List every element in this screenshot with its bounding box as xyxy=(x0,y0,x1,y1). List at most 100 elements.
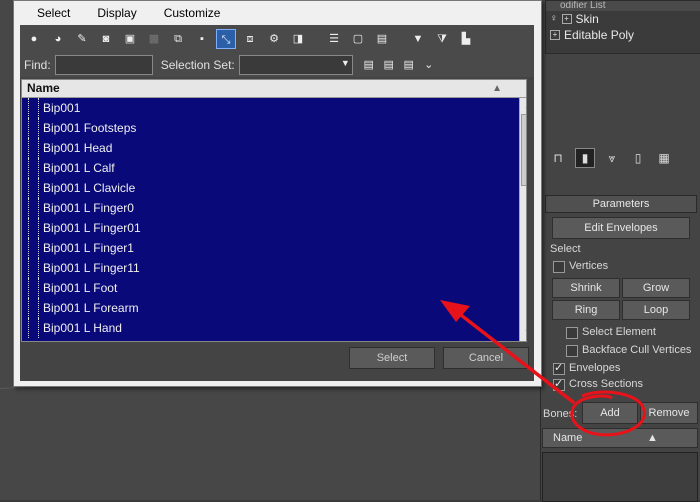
helpers-filter-icon[interactable]: ▣ xyxy=(120,29,140,49)
shapes-filter-icon[interactable]: ◕ xyxy=(48,29,68,49)
expand-toolbar-icon[interactable]: ⌄ xyxy=(419,55,439,75)
list-item-label: Bip001 L Foot xyxy=(43,281,118,295)
modifier-label: Skin xyxy=(575,12,599,26)
list-item-label: Bip001 Head xyxy=(43,141,113,155)
list-item[interactable]: Bip001 L Finger0 xyxy=(22,198,526,218)
shrink-button[interactable]: Shrink xyxy=(552,278,620,298)
list-item[interactable]: Bip001 L Hand xyxy=(22,318,526,338)
envelopes-label: Envelopes xyxy=(569,362,621,374)
bones-list-header[interactable]: Name ▲ xyxy=(542,428,698,448)
containers-filter-icon[interactable]: ⧈ xyxy=(240,29,260,49)
sort-up-icon[interactable]: ▲ xyxy=(492,80,502,97)
geometry-filter-icon[interactable]: ● xyxy=(24,29,44,49)
list-item-label: Bip001 L Finger0 xyxy=(43,201,134,215)
select-element-checkbox[interactable] xyxy=(566,327,578,339)
list-item[interactable]: Bip001 L Finger1 xyxy=(22,238,526,258)
envelopes-checkbox[interactable] xyxy=(553,361,565,375)
modifier-label: Editable Poly xyxy=(564,28,635,42)
xrefs-filter-icon[interactable]: ▪ xyxy=(192,29,212,49)
pin-stack-icon[interactable]: ⊓ xyxy=(549,149,567,167)
list-item[interactable]: Bip001 Footsteps xyxy=(22,118,526,138)
list-item-label: Bip001 L Finger1 xyxy=(43,241,134,255)
modifier-item-skin[interactable]: ♀ + Skin xyxy=(546,11,700,27)
lights-filter-icon[interactable]: ✎ xyxy=(72,29,92,49)
vertices-checkbox[interactable] xyxy=(553,261,565,273)
list-item[interactable]: Bip001 L Finger01 xyxy=(22,218,526,238)
list-header[interactable]: Name ▲ xyxy=(22,80,526,98)
frozen-filter-icon[interactable]: ⚙ xyxy=(264,29,284,49)
find-input[interactable] xyxy=(54,55,153,75)
cameras-filter-icon[interactable]: ◙ xyxy=(96,29,116,49)
tree-line xyxy=(22,298,39,318)
list-item[interactable]: Bip001 xyxy=(22,98,526,118)
add-to-set-icon[interactable]: ▤ xyxy=(359,55,379,75)
make-unique-icon[interactable]: ⩔ xyxy=(603,149,621,167)
edit-envelopes-button[interactable]: Edit Envelopes xyxy=(552,217,690,239)
cancel-button[interactable]: Cancel xyxy=(443,347,529,369)
groups-filter-icon[interactable]: ⧉ xyxy=(168,29,188,49)
select-all-icon[interactable]: ☰ xyxy=(324,29,344,49)
show-end-result-icon[interactable]: ▮ xyxy=(575,148,595,168)
tree-line xyxy=(22,118,39,138)
remove-modifier-icon[interactable]: ▯ xyxy=(629,149,647,167)
tree-line xyxy=(22,178,39,198)
add-bone-button[interactable]: Add xyxy=(582,402,638,424)
list-item[interactable]: Bip001 Head xyxy=(22,138,526,158)
list-item-label: Bip001 L Finger11 xyxy=(43,261,140,275)
set-options-icon[interactable]: ▤ xyxy=(399,55,419,75)
select-none-icon[interactable]: ▢ xyxy=(348,29,368,49)
expand-icon[interactable]: + xyxy=(561,14,572,24)
sort-up-icon[interactable]: ▲ xyxy=(647,429,658,447)
spacewarps-filter-icon[interactable]: ▩ xyxy=(144,29,164,49)
ring-button[interactable]: Ring xyxy=(552,300,620,320)
scroll-up-icon[interactable]: ▲ xyxy=(520,98,526,114)
list-item[interactable]: Bip001 L Foot xyxy=(22,278,526,298)
bones-filter-icon[interactable]: ⤡ xyxy=(216,29,236,49)
tree-line xyxy=(22,158,39,178)
list-header-label: Name xyxy=(27,81,60,95)
backface-cull-checkbox[interactable] xyxy=(566,345,578,357)
backface-cull-label: Backface Cull Vertices xyxy=(582,344,692,356)
list-item[interactable]: Bip001 L Calf xyxy=(22,158,526,178)
select-bones-dialog: Select Display Customize ● ◕ ✎ ◙ ▣ ▩ ⧉ ▪… xyxy=(13,0,542,387)
tree-line xyxy=(22,98,39,118)
list-scrollbar[interactable]: ▲ ▼ xyxy=(519,98,526,341)
list-item-label: Bip001 L Finger01 xyxy=(43,221,141,235)
scroll-thumb[interactable] xyxy=(521,114,526,186)
modifier-item-editable-poly[interactable]: + Editable Poly xyxy=(546,27,700,43)
hidden-filter-icon[interactable]: ◨ xyxy=(288,29,308,49)
menu-display[interactable]: Display xyxy=(80,6,146,20)
selection-set-dropdown[interactable]: ▼ xyxy=(238,55,353,75)
parameters-rollout-header[interactable]: Parameters xyxy=(545,195,697,213)
chevron-down-icon[interactable]: ▼ xyxy=(341,58,350,68)
scroll-down-icon[interactable]: ▼ xyxy=(520,325,526,341)
cross-sections-label: Cross Sections xyxy=(569,378,643,390)
filter-toolbar: ● ◕ ✎ ◙ ▣ ▩ ⧉ ▪ ⤡ ⧈ ⚙ ◨ ☰ ▢ ▤ ▼ ⧩ ▙ xyxy=(20,25,534,53)
configure-sets-icon[interactable]: ▦ xyxy=(655,149,673,167)
bones-list[interactable] xyxy=(542,452,698,502)
select-button[interactable]: Select xyxy=(349,347,435,369)
loop-button[interactable]: Loop xyxy=(622,300,690,320)
tree-line xyxy=(22,138,39,158)
expand-icon[interactable]: + xyxy=(550,30,560,40)
remove-from-set-icon[interactable]: ▤ xyxy=(379,55,399,75)
sync-selection-icon[interactable]: ▙ xyxy=(456,29,476,49)
select-group-label: Select xyxy=(550,243,581,255)
cross-sections-checkbox[interactable] xyxy=(553,377,565,391)
filter-icon[interactable]: ▼ xyxy=(408,29,428,49)
bones-name-list[interactable]: Name ▲ Bip001 Bip001 Footsteps Bip001 Head… xyxy=(21,79,527,342)
remove-bone-button[interactable]: Remove xyxy=(640,402,698,424)
vertices-label: Vertices xyxy=(569,260,609,272)
menu-customize[interactable]: Customize xyxy=(147,6,231,20)
list-item-label: Bip001 L Clavicle xyxy=(43,181,136,195)
list-item[interactable]: Bip001 L Finger11 xyxy=(22,258,526,278)
grow-button[interactable]: Grow xyxy=(622,278,690,298)
list-item[interactable]: Bip001 L Clavicle xyxy=(22,178,526,198)
select-element-label: Select Element xyxy=(582,326,656,338)
menu-select[interactable]: Select xyxy=(20,6,80,20)
modifier-list-dropdown[interactable]: odifier List xyxy=(546,1,700,11)
select-invert-icon[interactable]: ▤ xyxy=(372,29,392,49)
lightbulb-icon[interactable]: ♀ xyxy=(550,11,558,27)
filter-options-icon[interactable]: ⧩ xyxy=(432,29,452,49)
list-item[interactable]: Bip001 L Forearm xyxy=(22,298,526,318)
